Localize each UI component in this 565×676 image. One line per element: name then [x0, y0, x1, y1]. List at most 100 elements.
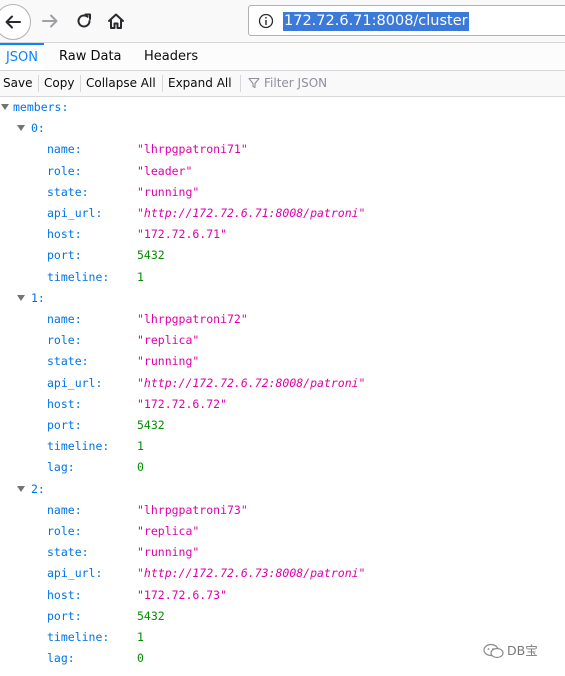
json-key: name: [47, 502, 82, 517]
back-button[interactable] [0, 4, 31, 40]
json-field-row[interactable]: name: "lhrpgpatroni72" [0, 309, 565, 329]
json-key: state: [47, 545, 89, 560]
json-field-row[interactable]: host: "172.72.6.71" [0, 224, 565, 244]
json-key: 0: [31, 121, 45, 136]
json-key: 1: [31, 290, 45, 305]
json-field-row[interactable]: role: "replica" [0, 521, 565, 541]
toolbar-divider [38, 75, 39, 92]
json-key: members: [13, 100, 69, 114]
json-value: "172.72.6.72" [137, 396, 228, 411]
json-key: 2: [31, 481, 45, 496]
expand-toggle-icon[interactable] [1, 104, 9, 110]
json-field-row[interactable]: host: "172.72.6.73" [0, 585, 565, 605]
json-value: "running" [137, 354, 200, 369]
watermark-text: DB宝 [507, 643, 538, 658]
json-field-row[interactable]: state: "running" [0, 182, 565, 202]
tab-headers[interactable]: Headers [144, 43, 198, 70]
json-key: role: [47, 163, 82, 178]
toolbar-divider [80, 75, 81, 92]
json-field-row[interactable]: name: "lhrpgpatroni71" [0, 139, 565, 159]
forward-arrow-icon [42, 14, 58, 28]
json-root-row[interactable]: members: [0, 97, 565, 117]
copy-button[interactable]: Copy [44, 71, 74, 96]
json-value: "http://172.72.6.73:8008/patroni" [137, 566, 366, 581]
json-key: timeline: [47, 269, 110, 284]
json-key: timeline: [47, 630, 110, 644]
toolbar-divider [240, 75, 241, 92]
json-field-row[interactable]: timeline: 1 [0, 267, 565, 287]
json-value: "172.72.6.73" [137, 587, 228, 602]
info-icon[interactable] [258, 13, 274, 29]
json-member-row[interactable]: 2: [0, 479, 565, 499]
json-value: 5432 [137, 608, 165, 623]
json-value: "http://172.72.6.71:8008/patroni" [137, 206, 366, 220]
json-toolbar: Save Copy Collapse All Expand All Filter… [0, 71, 565, 97]
json-key: host: [47, 227, 82, 242]
json-member-row[interactable]: 0: [0, 118, 565, 138]
json-key: name: [47, 312, 82, 326]
json-field-row[interactable]: port: 5432 [0, 606, 565, 626]
json-key: api_url: [47, 375, 103, 390]
json-value: 1 [137, 630, 144, 644]
collapse-all-button[interactable]: Collapse All [86, 71, 156, 96]
json-value: "lhrpgpatroni71" [137, 142, 248, 157]
json-field-row[interactable]: state: "running" [0, 351, 565, 371]
expand-all-button[interactable]: Expand All [168, 71, 232, 96]
json-key: host: [47, 396, 82, 411]
tab-raw-data[interactable]: Raw Data [59, 43, 122, 70]
json-value: 0 [137, 460, 144, 475]
json-field-row[interactable]: name: "lhrpgpatroni73" [0, 500, 565, 520]
json-field-row[interactable]: port: 5432 [0, 415, 565, 435]
json-key: host: [47, 587, 82, 602]
json-key: port: [47, 608, 82, 623]
expand-toggle-icon[interactable] [17, 125, 25, 132]
json-field-row[interactable]: host: "172.72.6.72" [0, 394, 565, 414]
filter-json-input[interactable]: Filter JSON [264, 71, 327, 96]
json-value: "replica" [137, 524, 200, 538]
json-value: 1 [137, 269, 144, 284]
json-field-row[interactable]: port: 5432 [0, 245, 565, 265]
json-key: lag: [47, 651, 75, 666]
browser-toolbar: 172.72.6.71:8008/cluster [0, 0, 565, 43]
json-value: "running" [137, 545, 200, 560]
json-value: "lhrpgpatroni73" [137, 502, 248, 517]
save-button[interactable]: Save [3, 71, 32, 96]
json-key: state: [47, 354, 89, 369]
wechat-icon [483, 643, 504, 659]
tab-json[interactable]: JSON [0, 43, 44, 70]
json-value: "172.72.6.71" [137, 227, 228, 242]
json-value: "lhrpgpatroni72" [137, 312, 248, 326]
json-field-row[interactable]: role: "replica" [0, 330, 565, 350]
json-field-row[interactable]: api_url: "http://172.72.6.73:8008/patroni… [0, 563, 565, 583]
url-bar[interactable]: 172.72.6.71:8008/cluster [248, 5, 565, 36]
json-key: port: [47, 418, 82, 432]
back-arrow-icon [5, 15, 21, 29]
forward-button[interactable] [38, 9, 62, 33]
json-value: "replica" [137, 333, 200, 348]
json-field-row[interactable]: role: "leader" [0, 161, 565, 181]
json-field-row[interactable]: lag: 0 [0, 457, 565, 477]
json-value: 5432 [137, 248, 165, 263]
json-key: port: [47, 248, 82, 263]
home-button[interactable] [104, 9, 128, 33]
json-key: state: [47, 184, 89, 199]
json-field-row[interactable]: api_url: "http://172.72.6.72:8008/patroni… [0, 373, 565, 393]
json-value: 5432 [137, 418, 165, 432]
json-field-row[interactable]: lag: 0 [0, 648, 565, 668]
json-key: api_url: [47, 206, 103, 220]
json-field-row[interactable]: timeline: 1 [0, 627, 565, 647]
json-key: timeline: [47, 439, 110, 454]
json-field-row[interactable]: api_url: "http://172.72.6.71:8008/patroni… [0, 203, 565, 223]
json-member-row[interactable]: 1: [0, 288, 565, 308]
toolbar-divider [162, 75, 163, 92]
expand-toggle-icon[interactable] [17, 294, 25, 301]
reload-button[interactable] [72, 9, 96, 33]
json-field-row[interactable]: state: "running" [0, 542, 565, 562]
json-value: 1 [137, 439, 144, 454]
viewer-tabs: JSON Raw Data Headers [0, 43, 565, 71]
url-text[interactable]: 172.72.6.71:8008/cluster [283, 12, 469, 31]
json-key: api_url: [47, 566, 103, 581]
json-value: "running" [137, 184, 200, 199]
json-field-row[interactable]: timeline: 1 [0, 436, 565, 456]
expand-toggle-icon[interactable] [17, 485, 25, 492]
